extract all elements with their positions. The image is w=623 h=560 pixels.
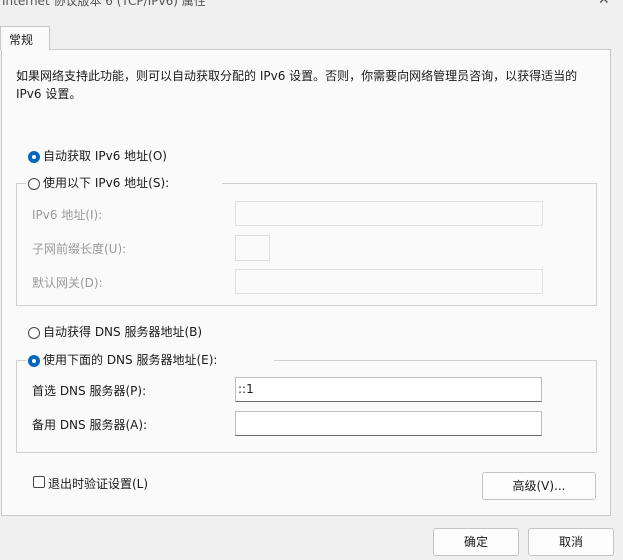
tab-general[interactable]: 常规: [0, 26, 50, 50]
advanced-button[interactable]: 高级(V)...: [482, 472, 596, 500]
ipv6-address-field[interactable]: [235, 201, 543, 226]
subnet-prefix-label: 子网前缀长度(U):: [32, 242, 127, 256]
manual-dns-radio[interactable]: [28, 355, 40, 367]
close-icon[interactable]: ✕: [598, 0, 610, 8]
preferred-dns-input[interactable]: ::1: [235, 377, 542, 402]
manual-ipv6-radio[interactable]: [28, 178, 40, 190]
default-gateway-label: 默认网关(D):: [32, 276, 103, 290]
auto-dns-radio[interactable]: [28, 327, 40, 339]
cancel-button[interactable]: 取消: [528, 528, 614, 556]
ipv6-address-label: IPv6 地址(I):: [32, 208, 103, 222]
auto-ipv6-radio[interactable]: [28, 151, 40, 163]
window-title: Internet 协议版本 6 (TCP/IPv6) 属性: [2, 0, 206, 8]
alternate-dns-input[interactable]: [235, 411, 542, 436]
alternate-dns-label: 备用 DNS 服务器(A):: [32, 418, 148, 432]
auto-dns-label[interactable]: 自动获得 DNS 服务器地址(B): [43, 323, 202, 340]
manual-dns-label[interactable]: 使用下面的 DNS 服务器地址(E):: [43, 351, 217, 368]
dns-group: [16, 360, 597, 453]
description-text: 如果网络支持此功能，则可以自动获取分配的 IPv6 设置。否则，你需要向网络管理…: [16, 69, 578, 101]
auto-ipv6-label[interactable]: 自动获取 IPv6 地址(O): [43, 147, 167, 164]
preferred-dns-label: 首选 DNS 服务器(P):: [32, 384, 147, 398]
default-gateway-field[interactable]: [235, 269, 543, 294]
title-bar: Internet 协议版本 6 (TCP/IPv6) 属性 ✕: [0, 0, 623, 10]
subnet-prefix-field[interactable]: [235, 235, 270, 261]
ok-button[interactable]: 确定: [433, 528, 519, 556]
tab-general-label: 常规: [9, 33, 34, 47]
validate-label[interactable]: 退出时验证设置(L): [48, 475, 148, 492]
validate-checkbox[interactable]: [33, 476, 45, 488]
manual-ipv6-label[interactable]: 使用以下 IPv6 地址(S):: [43, 174, 169, 191]
